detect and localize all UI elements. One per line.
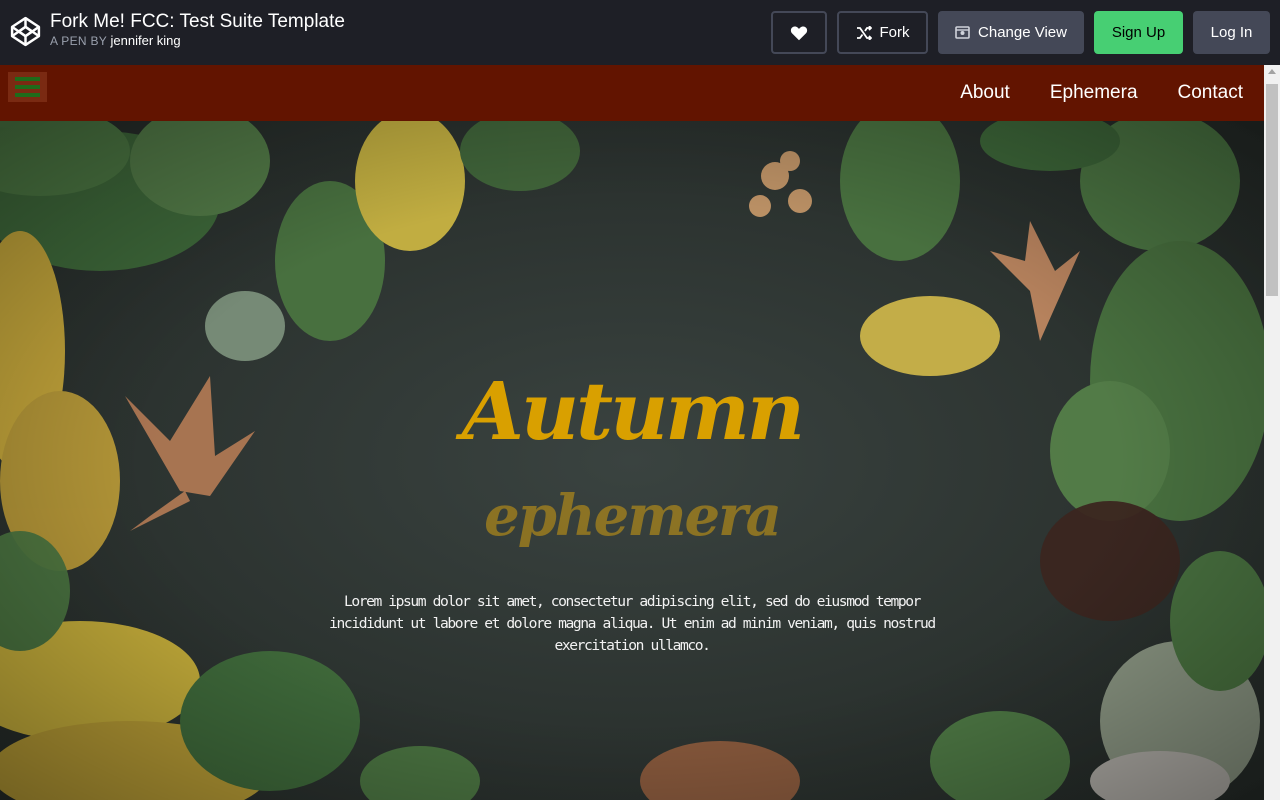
codepen-logo-icon[interactable]	[9, 15, 42, 48]
change-view-icon	[955, 26, 970, 39]
fork-label: Fork	[879, 24, 910, 41]
nav-link-about[interactable]: About	[960, 82, 1010, 104]
fork-button[interactable]: Fork	[837, 11, 928, 54]
change-view-label: Change View	[978, 24, 1067, 41]
author-link[interactable]: jennifer king	[111, 33, 181, 48]
codepen-header: Fork Me! FCC: Test Suite Template A PEN …	[0, 0, 1280, 65]
hero-section: Autumn ephemera Lorem ipsum dolor sit am…	[0, 121, 1264, 800]
pen-title: Fork Me! FCC: Test Suite Template	[50, 11, 345, 32]
heart-button[interactable]	[771, 11, 827, 54]
nav-links: About Ephemera Contact	[960, 65, 1243, 121]
pen-byline: A PEN BY jennifer king	[50, 33, 345, 49]
scrollbar-thumb[interactable]	[1266, 84, 1278, 296]
fork-icon	[856, 25, 872, 40]
nav-link-contact[interactable]: Contact	[1178, 82, 1243, 104]
site-navbar: About Ephemera Contact	[0, 65, 1264, 121]
hero-subtitle: ephemera	[484, 483, 782, 549]
pen-info: Fork Me! FCC: Test Suite Template A PEN …	[50, 11, 345, 49]
hamburger-menu-icon[interactable]	[8, 72, 47, 102]
autumn-foliage-background	[0, 121, 1264, 800]
hero-description: Lorem ipsum dolor sit amet, consectetur …	[329, 593, 936, 654]
nav-link-ephemera[interactable]: Ephemera	[1050, 82, 1138, 104]
log-in-button[interactable]: Log In	[1193, 11, 1270, 54]
sign-up-button[interactable]: Sign Up	[1094, 11, 1183, 54]
change-view-button[interactable]: Change View	[938, 11, 1084, 54]
scroll-up-arrow-icon[interactable]	[1268, 69, 1276, 74]
byline-prefix: A PEN BY	[50, 34, 107, 48]
pen-preview: Autumn ephemera Lorem ipsum dolor sit am…	[0, 65, 1264, 800]
hero-title: Autumn	[461, 364, 805, 458]
heart-icon	[790, 25, 808, 40]
